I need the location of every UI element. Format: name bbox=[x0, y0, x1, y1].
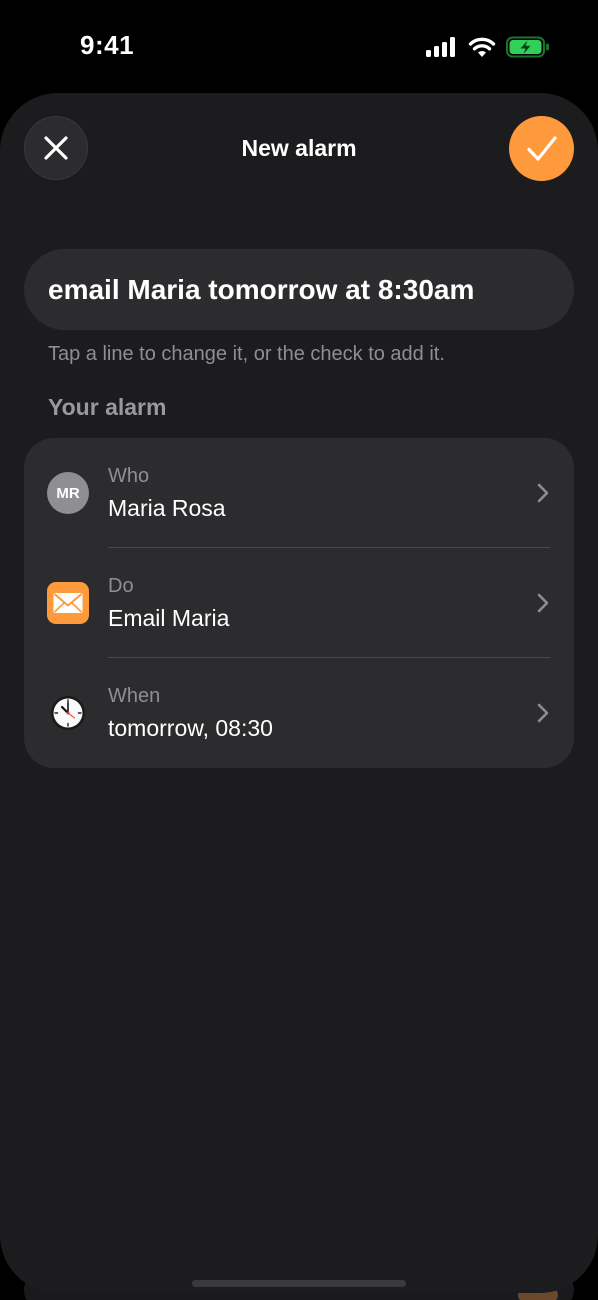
chevron-right-icon bbox=[537, 483, 549, 503]
confirm-button[interactable] bbox=[509, 116, 574, 181]
mail-icon bbox=[47, 582, 89, 624]
row-who-value: Maria Rosa bbox=[108, 495, 226, 521]
section-header: Your alarm bbox=[48, 394, 167, 420]
new-alarm-sheet: New alarm email Maria tomorrow at 8:30am… bbox=[0, 93, 598, 1293]
row-who[interactable]: MR Who Maria Rosa bbox=[24, 438, 574, 548]
cellular-signal-icon bbox=[426, 37, 455, 57]
chevron-right-icon bbox=[537, 593, 549, 613]
status-icons bbox=[426, 36, 550, 58]
avatar: MR bbox=[47, 472, 89, 514]
hint-text: Tap a line to change it, or the check to… bbox=[48, 343, 445, 365]
alarm-details-card: MR Who Maria Rosa Do Email Maria When to… bbox=[24, 438, 574, 768]
row-when[interactable]: When tomorrow, 08:30 bbox=[24, 658, 574, 768]
row-do-value: Email Maria bbox=[108, 605, 230, 631]
status-bar: 9:41 bbox=[0, 0, 598, 92]
row-when-label: When bbox=[108, 685, 161, 707]
battery-charging-icon bbox=[506, 36, 549, 58]
row-who-label: Who bbox=[108, 465, 150, 487]
wifi-icon bbox=[468, 37, 496, 57]
alarm-query-input[interactable]: email Maria tomorrow at 8:30am bbox=[24, 249, 574, 330]
row-do-label: Do bbox=[108, 575, 134, 597]
checkmark-icon bbox=[526, 135, 557, 161]
chevron-right-icon bbox=[537, 703, 549, 723]
row-when-value: tomorrow, 08:30 bbox=[108, 715, 273, 741]
home-indicator[interactable] bbox=[192, 1280, 406, 1287]
screen: 9:41 New alarm email Maria tomorrow at 8… bbox=[0, 0, 598, 1300]
clock-icon bbox=[47, 692, 89, 734]
row-do[interactable]: Do Email Maria bbox=[24, 548, 574, 658]
status-time: 9:41 bbox=[80, 30, 135, 60]
avatar-icon: MR bbox=[47, 472, 89, 514]
